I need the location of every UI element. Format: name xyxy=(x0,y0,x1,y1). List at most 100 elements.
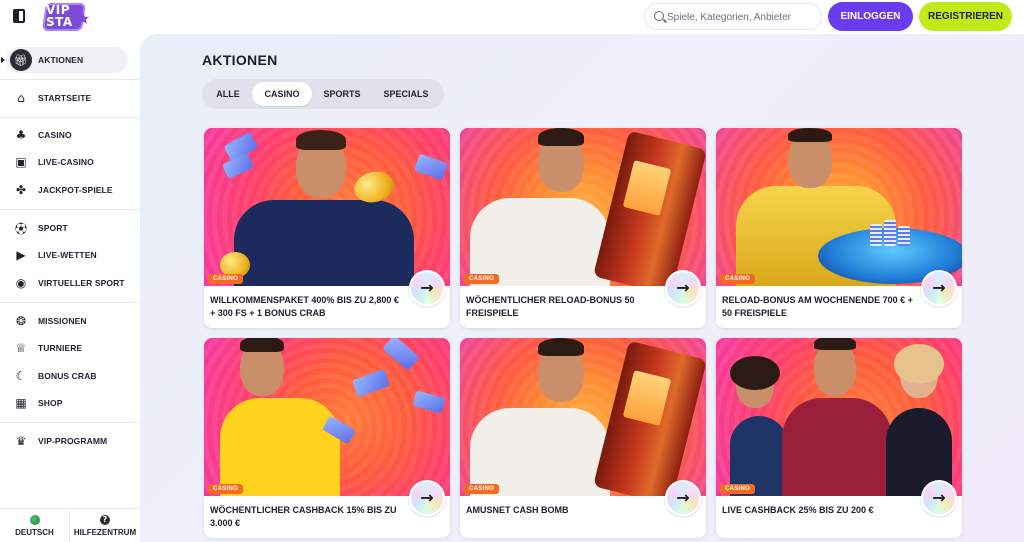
gamepad-icon: ◉ xyxy=(15,276,27,290)
promo-image xyxy=(460,338,706,496)
promo-title: AMUSNET CASH BOMB xyxy=(466,505,569,515)
active-indicator xyxy=(1,57,5,63)
sidebar-item-casino[interactable]: ♣ CASINO xyxy=(6,122,128,148)
chips-graphic xyxy=(898,226,910,246)
open-promo-button[interactable]: → xyxy=(921,270,957,306)
tab-alle[interactable]: ALLE xyxy=(206,82,250,106)
sidebar-item-label: AKTIONEN xyxy=(38,55,84,65)
logo-text: VIP STA xyxy=(46,3,73,29)
home-icon: ⌂ xyxy=(17,91,25,105)
sidebar-item-jackpot-spiele[interactable]: ✤ JACKPOT-SPIELE xyxy=(6,177,128,203)
category-badge: CASINO xyxy=(208,274,244,284)
sidebar-toggle-icon[interactable] xyxy=(13,9,25,23)
character-hair xyxy=(296,130,346,150)
register-button[interactable]: REGISTRIEREN xyxy=(919,2,1012,31)
crown-icon: ♛ xyxy=(15,434,27,448)
sidebar-item-label: VIP-PROGRAMM xyxy=(38,436,108,446)
sidebar-item-label: SPORT xyxy=(38,223,68,233)
character-hair xyxy=(814,338,856,350)
live-dealer-icon: ▣ xyxy=(15,155,27,169)
star-icon: ★ xyxy=(76,11,91,28)
promo-title: WÖCHENTLICHER RELOAD-BONUS 50 FREISPIELE xyxy=(466,295,635,318)
sidebar-item-sport[interactable]: ⚽︎ SPORT xyxy=(6,215,128,241)
promo-card[interactable]: CASINO AMUSNET CASH BOMB → xyxy=(460,338,706,538)
main-content: AKTIONEN ALLE CASINO SPORTS SPECIALS CAS… xyxy=(140,34,1024,542)
sidebar-item-missionen[interactable]: ❂ MISSIONEN xyxy=(6,308,128,334)
soccer-ball-icon: ⚽︎ xyxy=(14,221,27,236)
sidebar-item-aktionen[interactable]: 🎁︎ AKTIONEN xyxy=(6,47,128,73)
open-promo-button[interactable]: → xyxy=(409,480,445,516)
promo-title: RELOAD-BONUS AM WOCHENENDE 700 € + 50 FR… xyxy=(722,295,913,318)
page-title: AKTIONEN xyxy=(202,52,278,68)
promo-image xyxy=(716,338,962,496)
language-label: DEUTSCH xyxy=(15,527,54,537)
promo-title: LIVE CASHBACK 25% BIS ZU 200 € xyxy=(722,505,874,515)
sidebar-item-label: VIRTUELLER SPORT xyxy=(38,278,125,288)
arrow-right-icon: → xyxy=(420,488,434,507)
divider xyxy=(0,117,140,118)
open-promo-button[interactable]: → xyxy=(665,480,701,516)
divider xyxy=(0,422,140,423)
sidebar-item-live-wetten[interactable]: ▶ LIVE-WETTEN xyxy=(6,242,128,268)
divider xyxy=(0,79,140,80)
character-body xyxy=(234,200,414,286)
crab-claw-icon: ☾ xyxy=(15,369,27,383)
trophy-icon: ♕ xyxy=(15,341,27,355)
promo-card[interactable]: CASINO RELOAD-BONUS AM WOCHENENDE 700 € … xyxy=(716,128,962,328)
character-hair xyxy=(894,344,944,384)
sidebar-item-label: LIVE-CASINO xyxy=(38,157,94,167)
sidebar-item-label: SHOP xyxy=(38,398,63,408)
promo-card[interactable]: CASINO WÖCHENTLICHER CASHBACK 15% BIS ZU… xyxy=(204,338,450,538)
promo-image xyxy=(460,128,706,286)
sidebar-item-label: LIVE-WETTEN xyxy=(38,250,97,260)
cherries-icon: ♣ xyxy=(15,128,27,142)
character-body xyxy=(470,198,610,286)
search-input[interactable] xyxy=(667,9,817,25)
sidebar-item-label: JACKPOT-SPIELE xyxy=(38,185,113,195)
chips-graphic xyxy=(870,224,882,246)
sidebar-item-label: CASINO xyxy=(38,130,72,140)
sidebar-item-turniere[interactable]: ♕ TURNIERE xyxy=(6,335,128,361)
login-button[interactable]: EINLOGGEN xyxy=(828,2,913,31)
open-promo-button[interactable]: → xyxy=(409,270,445,306)
sidebar-item-startseite[interactable]: ⌂ STARTSEITE xyxy=(6,85,128,111)
chips-graphic xyxy=(884,220,896,246)
promo-card[interactable]: CASINO LIVE CASHBACK 25% BIS ZU 200 € → xyxy=(716,338,962,538)
arrow-right-icon: → xyxy=(932,488,946,507)
promo-image xyxy=(716,128,962,286)
missions-icon: ❂ xyxy=(15,314,27,328)
search-box[interactable] xyxy=(644,3,822,30)
tab-casino[interactable]: CASINO xyxy=(252,82,312,106)
sidebar-item-bonus-crab[interactable]: ☾ BONUS CRAB xyxy=(6,363,128,389)
sidebar-item-virtueller-sport[interactable]: ◉ VIRTUELLER SPORT xyxy=(6,270,128,296)
globe-icon xyxy=(29,514,40,525)
arrow-right-icon: → xyxy=(420,278,434,297)
sidebar-item-label: TURNIERE xyxy=(38,343,83,353)
search-icon xyxy=(654,11,664,21)
sidebar: 🎁︎ AKTIONEN ⌂ STARTSEITE ♣ CASINO ▣ LIVE… xyxy=(0,34,140,542)
category-badge: CASINO xyxy=(208,484,244,494)
language-selector[interactable]: DEUTSCH xyxy=(0,508,70,542)
sidebar-item-label: MISSIONEN xyxy=(38,316,87,326)
category-badge: CASINO xyxy=(720,484,756,494)
open-promo-button[interactable]: → xyxy=(921,480,957,516)
logo[interactable]: VIP STA ★ xyxy=(42,3,94,31)
sidebar-item-shop[interactable]: ▦ SHOP xyxy=(6,390,128,416)
sidebar-item-live-casino[interactable]: ▣ LIVE-CASINO xyxy=(6,149,128,175)
character-hair xyxy=(730,356,780,390)
help-center-link[interactable]: ? HILFEZENTRUM xyxy=(70,508,140,542)
help-icon: ? xyxy=(100,514,110,525)
tab-specials[interactable]: SPECIALS xyxy=(372,82,440,106)
arrow-right-icon: → xyxy=(676,278,690,297)
open-promo-button[interactable]: → xyxy=(665,270,701,306)
character-body xyxy=(782,398,892,496)
promo-card[interactable]: CASINO WILLKOMMENSPAKET 400% BIS ZU 2,80… xyxy=(204,128,450,328)
promo-image xyxy=(204,338,450,496)
tab-sports[interactable]: SPORTS xyxy=(314,82,370,106)
character-body xyxy=(470,408,610,496)
promo-title: WILLKOMMENSPAKET 400% BIS ZU 2,800 € + 3… xyxy=(210,295,399,318)
promo-card[interactable]: CASINO WÖCHENTLICHER RELOAD-BONUS 50 FRE… xyxy=(460,128,706,328)
sidebar-item-vip-programm[interactable]: ♛ VIP-PROGRAMM xyxy=(6,428,128,454)
help-label: HILFEZENTRUM xyxy=(73,527,137,537)
arrow-right-icon: → xyxy=(676,488,690,507)
